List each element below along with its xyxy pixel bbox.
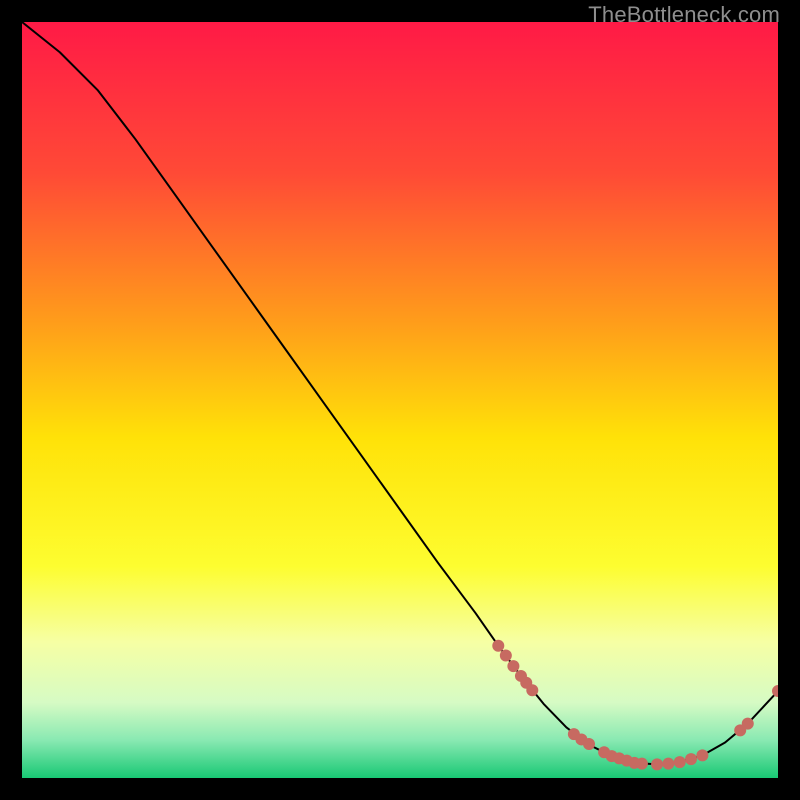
- highlight-dot: [662, 758, 674, 770]
- highlight-dot: [526, 684, 538, 696]
- highlight-dot: [507, 660, 519, 672]
- highlight-dot: [651, 758, 663, 770]
- highlight-dot: [696, 749, 708, 761]
- highlight-dot: [674, 756, 686, 768]
- highlight-dot: [583, 738, 595, 750]
- highlight-dot: [492, 640, 504, 652]
- highlight-dot: [636, 758, 648, 770]
- highlight-dot: [685, 753, 697, 765]
- chart-stage: TheBottleneck.com: [0, 0, 800, 800]
- highlight-dot: [742, 718, 754, 730]
- watermark-text: TheBottleneck.com: [588, 2, 780, 28]
- highlight-dot: [500, 650, 512, 662]
- gradient-background: [22, 22, 778, 778]
- bottleneck-chart: [22, 22, 778, 778]
